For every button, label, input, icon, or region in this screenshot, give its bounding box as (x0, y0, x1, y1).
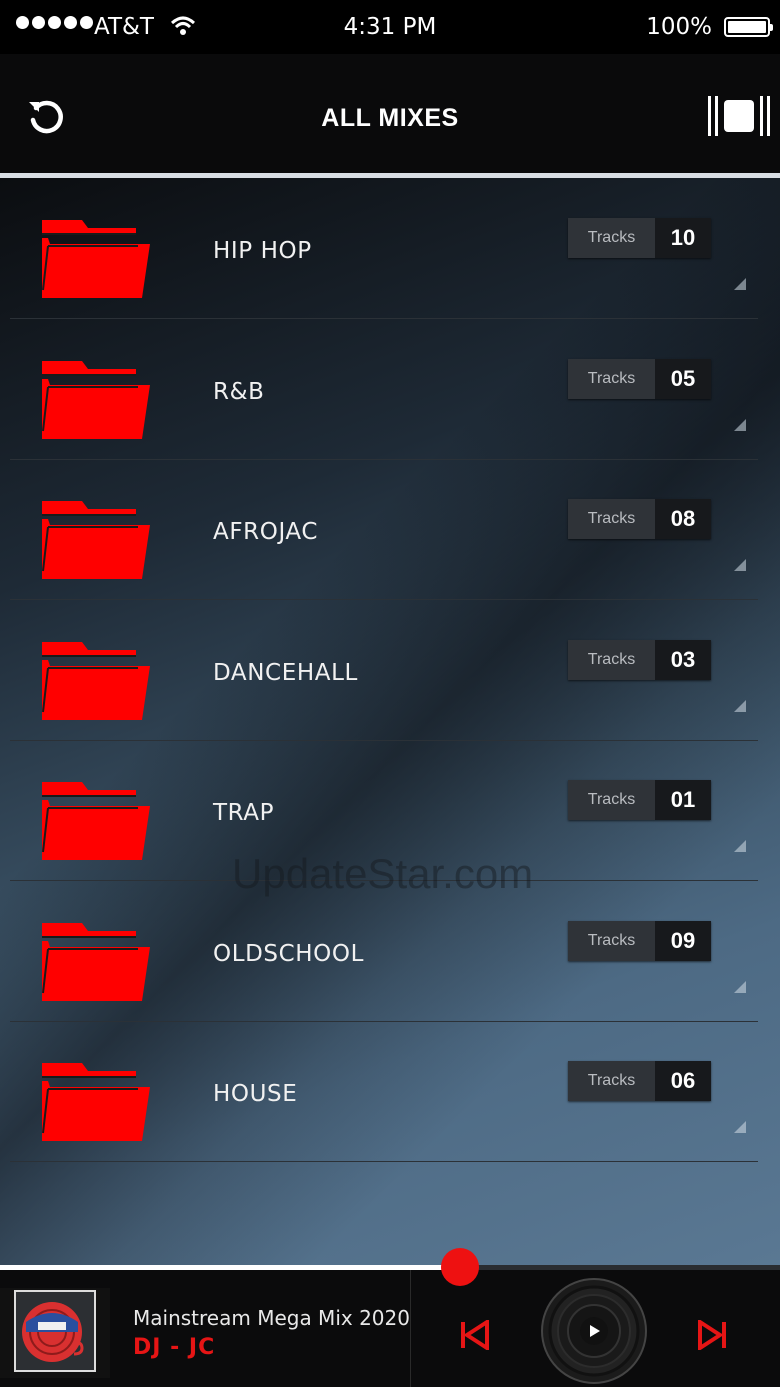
category-row[interactable]: HIP HOP Tracks 10 (10, 178, 758, 319)
corner-indicator (734, 418, 746, 431)
category-row[interactable]: HOUSE Tracks 06 (10, 1021, 758, 1162)
folder-icon (42, 360, 150, 439)
category-row[interactable]: AFROJAC Tracks 08 (10, 459, 758, 600)
category-row[interactable]: TRAP Tracks 01 (10, 740, 758, 881)
corner-indicator (734, 980, 746, 993)
badge-label: Tracks (568, 1061, 655, 1101)
category-name: HOUSE (213, 1081, 298, 1107)
folder-icon (42, 641, 150, 720)
battery-percent: 100% (646, 14, 712, 40)
category-name: R&B (213, 378, 265, 405)
app-header: ALL MIXES (0, 54, 780, 174)
track-count: 03 (655, 639, 711, 680)
category-list: HOUSE Tracks 06 OLDSCHOOL Tracks 09 TRAP Tracks… (0, 178, 780, 1266)
badge-label: Tracks (568, 920, 655, 961)
track-count: 09 (655, 920, 711, 961)
folder-icon (42, 782, 150, 860)
track-count: 05 (655, 358, 711, 399)
album-artwork[interactable] (14, 1290, 96, 1372)
now-playing-artist: DJ - JC (133, 1335, 216, 1360)
track-count-badge: Tracks 10 (568, 218, 711, 258)
track-count-badge: Tracks 08 (568, 499, 711, 539)
badge-label: Tracks (568, 780, 655, 820)
play-icon[interactable] (541, 1278, 647, 1384)
category-name: AFROJAC (213, 519, 319, 545)
badge-label: Tracks (568, 499, 655, 539)
corner-indicator (734, 699, 746, 712)
track-count-badge: Tracks 06 (568, 1061, 711, 1101)
badge-label: Tracks (568, 358, 655, 399)
category-name: TRAP (213, 800, 275, 826)
skip-next-icon[interactable] (697, 1320, 729, 1350)
track-count-badge: Tracks 09 (568, 920, 711, 961)
category-row[interactable]: R&B Tracks 05 (10, 319, 758, 460)
category-row[interactable]: DANCEHALL Tracks 03 (10, 600, 758, 741)
category-row[interactable]: OLDSCHOOL Tracks 09 (10, 881, 758, 1022)
folder-icon (42, 220, 150, 298)
corner-indicator (734, 840, 746, 852)
player-divider (410, 1270, 411, 1387)
track-count-badge: Tracks 05 (568, 358, 711, 399)
track-count: 10 (655, 218, 711, 258)
category-name: OLDSCHOOL (213, 940, 365, 967)
category-name: HIP HOP (213, 238, 312, 264)
battery-icon (724, 17, 773, 37)
badge-label: Tracks (568, 639, 655, 680)
track-count: 01 (655, 780, 711, 820)
corner-indicator (734, 1121, 746, 1133)
corner-indicator (734, 278, 746, 290)
badge-label: Tracks (568, 218, 655, 258)
menu-icon[interactable] (708, 94, 770, 138)
category-name: DANCEHALL (213, 659, 358, 686)
now-playing-title: Mainstream Mega Mix 2020 (133, 1306, 410, 1330)
folder-icon (42, 922, 150, 1001)
track-count: 06 (655, 1061, 711, 1101)
corner-indicator (734, 559, 746, 571)
mini-player: Mainstream Mega Mix 2020 DJ - JC (0, 1270, 780, 1387)
folder-icon (42, 501, 150, 579)
track-count-badge: Tracks 03 (568, 639, 711, 680)
progress-knob[interactable] (441, 1248, 480, 1286)
status-bar: AT&T 4:31 PM 100% (0, 0, 780, 54)
track-count: 08 (655, 499, 711, 539)
folder-icon (42, 1063, 150, 1141)
track-count-badge: Tracks 01 (568, 780, 711, 820)
skip-previous-icon[interactable] (458, 1320, 490, 1350)
page-title: ALL MIXES (321, 104, 459, 132)
